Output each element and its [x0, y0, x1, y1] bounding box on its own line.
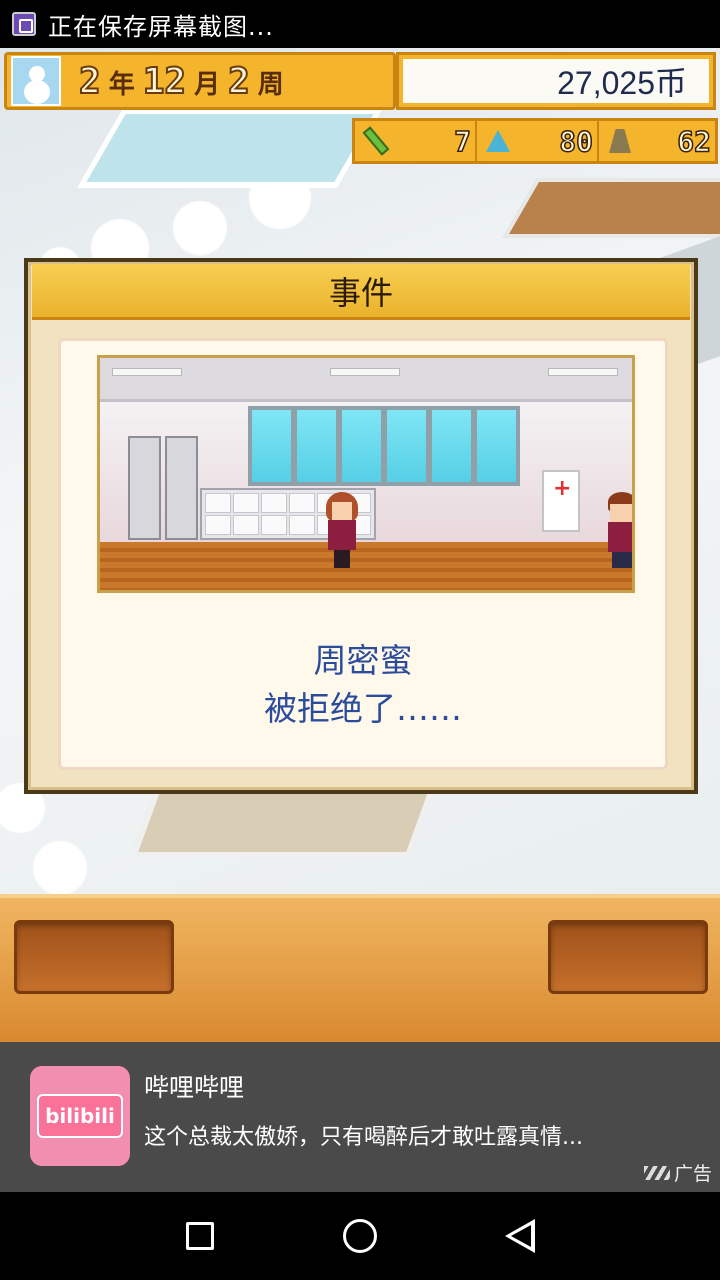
dialog-title: 事件	[32, 264, 690, 320]
bilibili-logo-icon[interactable]: bilibili	[30, 1066, 130, 1166]
date-display: 2 年 12 月 2 周	[4, 52, 396, 110]
circle-icon	[343, 1219, 377, 1253]
lockers	[128, 436, 198, 540]
classroom-windows	[248, 406, 520, 486]
recents-button[interactable]	[170, 1206, 230, 1266]
stat-pencil: 7	[355, 121, 477, 161]
ad-label: 广告	[643, 1159, 712, 1186]
student-boy-sprite	[604, 492, 632, 572]
left-panel-button[interactable]	[14, 920, 174, 994]
pencil-icon	[359, 124, 393, 158]
year-value: 2	[78, 60, 102, 103]
ad-description: 这个总裁太傲娇，只有喝醉后才敢吐露真情...	[144, 1125, 583, 1150]
message-line-1: 周密蜜	[313, 641, 413, 680]
week-value: 2	[227, 60, 251, 103]
event-dialog[interactable]: 事件 + 周密蜜 被拒绝了……	[24, 258, 698, 794]
ad-banner[interactable]: bilibili 哔哩哔哩 这个总裁太傲娇，只有喝醉后才敢吐露真情... 广告	[0, 1042, 720, 1192]
stat-flask-value: 80	[559, 124, 594, 159]
ad-provider-icon	[643, 1165, 670, 1180]
screenshot-icon	[12, 12, 36, 36]
home-button[interactable]	[330, 1206, 390, 1266]
message-line-2: 被拒绝了……	[264, 689, 462, 728]
stat-pencil-value: 7	[453, 124, 471, 159]
building-roof	[502, 178, 720, 238]
first-aid-icon	[542, 470, 580, 532]
snowman-icon	[11, 56, 61, 106]
month-value: 12	[142, 60, 187, 103]
ceiling	[100, 358, 632, 402]
square-icon	[186, 1222, 214, 1250]
status-bar: 正在保存屏幕截图...	[0, 0, 720, 48]
ceiling-lamp	[112, 368, 182, 376]
ad-label-text: 广告	[673, 1163, 712, 1185]
stat-flask: 80	[477, 121, 599, 161]
ceiling-lamp	[330, 368, 400, 376]
date-text: 2 年 12 月 2 周	[78, 60, 284, 103]
navigation-bar	[0, 1192, 720, 1280]
week-unit: 周	[257, 69, 284, 100]
pool-building	[76, 108, 384, 188]
stat-weight: 62	[599, 121, 715, 161]
wooden-floor	[100, 542, 632, 590]
stat-weight-value: 62	[677, 124, 712, 159]
dialog-body: 周密蜜 被拒绝了……	[58, 338, 668, 770]
back-triangle-icon	[505, 1219, 535, 1253]
stats-bar: 7 80 62	[352, 118, 718, 164]
money-display: 27,025币	[396, 52, 716, 110]
money-value: 27,025币	[403, 59, 709, 103]
ad-logo-text: bilibili	[37, 1094, 123, 1138]
status-text: 正在保存屏幕截图...	[48, 12, 274, 41]
event-scene-image	[97, 355, 635, 593]
weight-icon	[603, 124, 637, 158]
ceiling-lamp	[548, 368, 618, 376]
year-unit: 年	[108, 69, 135, 100]
bottom-panel	[0, 894, 720, 1042]
event-message: 周密蜜 被拒绝了……	[61, 637, 665, 733]
month-unit: 月	[194, 69, 221, 100]
back-button[interactable]	[490, 1206, 550, 1266]
right-panel-button[interactable]	[548, 920, 708, 994]
flask-icon	[481, 124, 515, 158]
ad-title: 哔哩哔哩	[144, 1073, 245, 1102]
student-girl-sprite	[322, 492, 362, 572]
